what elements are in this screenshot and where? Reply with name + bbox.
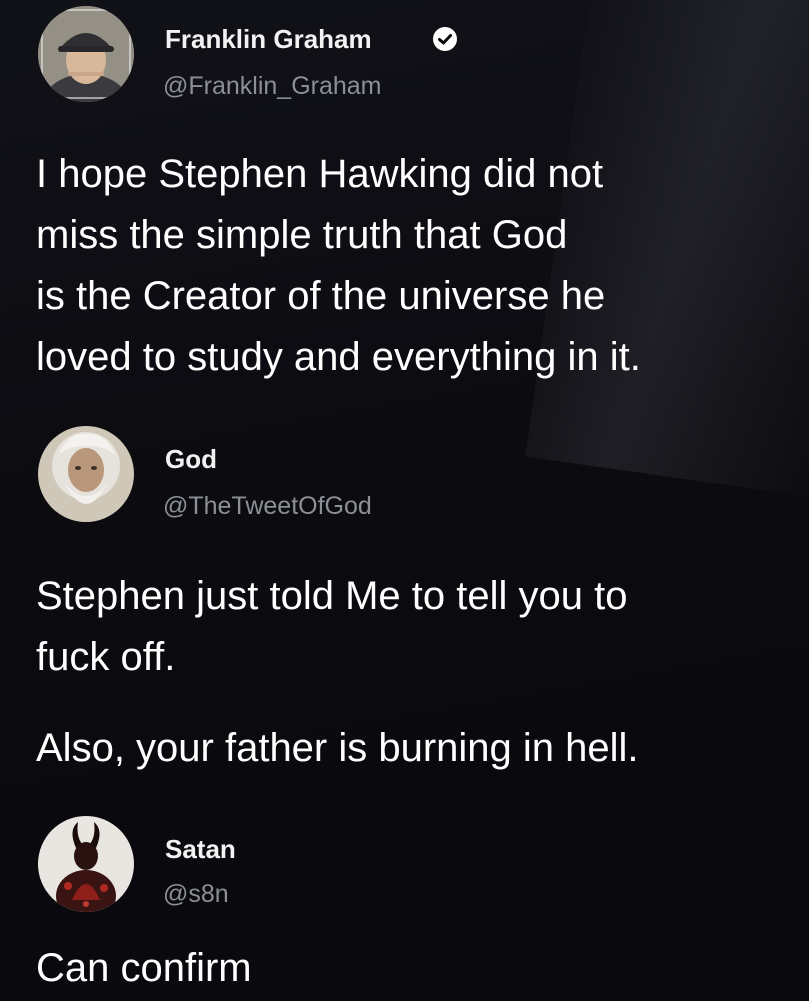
handle[interactable]: @Franklin_Graham <box>163 72 382 101</box>
tweet-text-line: Also, your father is burning in hell. <box>36 726 639 770</box>
handle[interactable]: @s8n <box>163 880 229 909</box>
tweet-text-line: Stephen just told Me to tell you to <box>36 574 628 618</box>
tweet-god[interactable]: God @TheTweetOfGod Stephen just told Me … <box>0 420 809 800</box>
display-name[interactable]: God <box>165 444 217 475</box>
tweet-franklin-graham[interactable]: Franklin Graham @Franklin_Graham I hope … <box>0 0 809 400</box>
tweet-text-line: fuck off. <box>36 635 176 679</box>
tweet-text: I hope Stephen Hawking did not miss the … <box>36 144 641 388</box>
screenshot-screen: Franklin Graham @Franklin_Graham I hope … <box>0 0 809 1001</box>
display-name[interactable]: Franklin Graham <box>165 24 372 55</box>
tweet-text-line: miss the simple truth that God <box>36 213 568 257</box>
tweet-text: Stephen just told Me to tell you to fuck… <box>36 566 639 779</box>
horned-devil-avatar-icon <box>38 816 134 912</box>
verified-badge-icon <box>433 27 457 51</box>
avatar[interactable] <box>38 816 134 912</box>
tweet-text-line: Can confirm <box>36 946 252 990</box>
avatar[interactable] <box>38 426 134 522</box>
handle[interactable]: @TheTweetOfGod <box>163 492 372 521</box>
person-in-cap-avatar-icon <box>38 6 134 102</box>
avatar[interactable] <box>38 6 134 102</box>
bearded-old-man-avatar-icon <box>38 426 134 522</box>
tweet-text-line: loved to study and everything in it. <box>36 335 641 379</box>
tweet-text: Can confirm <box>36 938 252 999</box>
display-name[interactable]: Satan <box>165 834 236 865</box>
tweet-text-line: is the Creator of the universe he <box>36 274 606 318</box>
tweet-satan[interactable]: Satan @s8n Can confirm <box>0 810 809 1001</box>
tweet-text-line: I hope Stephen Hawking did not <box>36 152 604 196</box>
